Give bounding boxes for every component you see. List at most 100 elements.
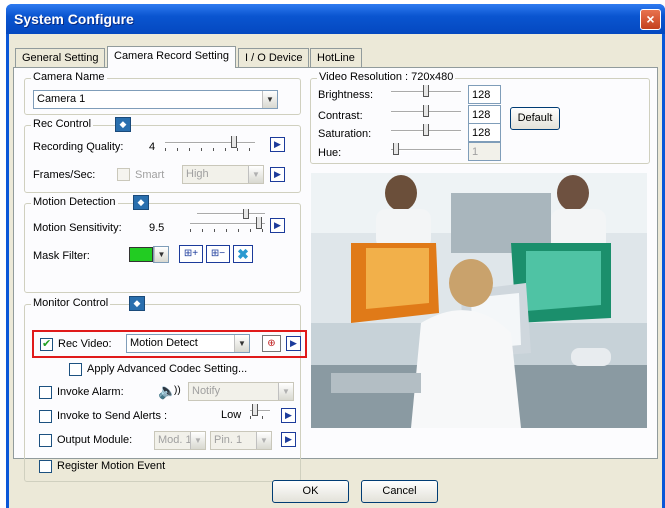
- mask-filter-label: Mask Filter:: [33, 250, 90, 262]
- title-bar[interactable]: System Configure ×: [6, 4, 665, 34]
- close-button[interactable]: ×: [640, 9, 661, 30]
- tab-io-device[interactable]: I / O Device: [238, 48, 310, 68]
- saturation-label: Saturation:: [318, 128, 372, 140]
- brightness-label: Brightness:: [318, 89, 374, 101]
- camera-record-panel: Camera Name Camera 1 ▼ Rec Control ◆ Rec…: [13, 67, 658, 482]
- rec-video-label: Rec Video:: [58, 338, 112, 350]
- smart-label: Smart: [135, 169, 165, 181]
- contrast-slider[interactable]: [391, 105, 461, 121]
- chevron-down-icon[interactable]: ▼: [278, 383, 293, 400]
- frames-per-sec-label: Frames/Sec:: [33, 169, 96, 181]
- camera-name-select[interactable]: Camera 1 ▼: [33, 90, 278, 109]
- rec-control-settings-icon[interactable]: ◆: [115, 117, 131, 132]
- motion-upper-indicator: [197, 207, 265, 219]
- slider-thumb[interactable]: [252, 404, 258, 416]
- advanced-codec-checkbox[interactable]: [69, 363, 82, 376]
- mask-clear-icon[interactable]: ✖: [233, 245, 253, 263]
- rec-control-group: Rec Control ◆ Recording Quality: 4 ▶ Fra…: [24, 117, 301, 193]
- cancel-button[interactable]: Cancel: [361, 480, 438, 503]
- saturation-input[interactable]: 128: [468, 123, 501, 142]
- window-title: System Configure: [14, 11, 134, 27]
- camera-name-value: Camera 1: [37, 93, 86, 105]
- contrast-input[interactable]: 128: [468, 105, 501, 124]
- play-arrow-icon[interactable]: ▶: [270, 167, 285, 182]
- slider-thumb[interactable]: [423, 105, 429, 117]
- slider-thumb[interactable]: [231, 136, 237, 148]
- monitor-settings-icon[interactable]: ◆: [129, 296, 145, 311]
- pin-value: Pin. 1: [214, 434, 243, 446]
- recording-quality-slider[interactable]: [165, 136, 255, 152]
- tab-general-setting[interactable]: General Setting: [15, 48, 106, 68]
- motion-detection-group: Motion Detection ◆ Motion Sensitivity: 9…: [24, 195, 301, 293]
- motion-sensitivity-value: 9.5: [149, 222, 165, 234]
- alarm-select[interactable]: Notify ▼: [188, 382, 294, 401]
- motion-sensitivity-slider[interactable]: [190, 217, 265, 233]
- alarm-value: Notify: [192, 385, 221, 397]
- mask-color-swatch[interactable]: [129, 247, 153, 262]
- video-resolution-title: Video Resolution : 720x480: [317, 71, 456, 83]
- module-value: Mod. 1: [158, 434, 192, 446]
- rec-video-select[interactable]: Motion Detect ▼: [126, 334, 250, 353]
- saturation-slider[interactable]: [391, 124, 461, 140]
- rec-video-highlight: Rec Video: Motion Detect ▼ ⊕ ▶: [32, 330, 307, 358]
- invoke-alarm-label: Invoke Alarm:: [57, 386, 124, 398]
- chevron-down-icon[interactable]: ▼: [190, 432, 205, 449]
- slider-thumb[interactable]: [256, 217, 262, 229]
- brightness-slider[interactable]: [391, 85, 461, 101]
- motion-settings-icon[interactable]: ◆: [133, 195, 149, 210]
- rec-video-value: Motion Detect: [130, 337, 198, 349]
- play-arrow-icon[interactable]: ▶: [270, 137, 285, 152]
- invoke-alerts-label: Invoke to Send Alerts :: [57, 410, 168, 422]
- chevron-down-icon[interactable]: ▼: [262, 91, 277, 108]
- slider-thumb[interactable]: [393, 143, 399, 155]
- brightness-input[interactable]: 128: [468, 85, 501, 104]
- dialog-client-area: General Setting Camera Record Setting I …: [9, 34, 662, 508]
- slider-thumb[interactable]: [423, 85, 429, 97]
- mask-add-icon[interactable]: ⊞+: [179, 245, 203, 263]
- tab-hotline[interactable]: HotLine: [310, 48, 362, 68]
- slider-thumb[interactable]: [423, 124, 429, 136]
- play-arrow-icon[interactable]: ▶: [270, 218, 285, 233]
- invoke-alarm-checkbox[interactable]: [39, 386, 52, 399]
- output-module-label: Output Module:: [57, 434, 133, 446]
- default-button[interactable]: Default: [510, 107, 560, 130]
- tab-camera-record-setting[interactable]: Camera Record Setting: [107, 46, 236, 68]
- motion-detection-title: Motion Detection: [31, 196, 118, 208]
- register-motion-checkbox[interactable]: [39, 460, 52, 473]
- advanced-codec-label[interactable]: Apply Advanced Codec Setting...: [87, 363, 247, 375]
- pin-select[interactable]: Pin. 1 ▼: [210, 431, 272, 450]
- smart-checkbox[interactable]: [117, 168, 130, 181]
- play-arrow-icon[interactable]: ▶: [286, 336, 301, 351]
- camera-name-title: Camera Name: [31, 71, 107, 83]
- contrast-label: Contrast:: [318, 110, 363, 122]
- codec-settings-icon[interactable]: ⊕: [262, 335, 281, 352]
- alerts-level-value: Low: [221, 409, 242, 421]
- play-arrow-icon[interactable]: ▶: [281, 432, 296, 447]
- mask-remove-icon[interactable]: ⊞−: [206, 245, 230, 263]
- invoke-alerts-checkbox[interactable]: [39, 410, 52, 423]
- alerts-level-slider[interactable]: [250, 404, 270, 420]
- system-configure-window: System Configure × General Setting Camer…: [6, 4, 665, 508]
- recording-quality-value: 4: [149, 141, 156, 153]
- rec-control-title: Rec Control: [31, 118, 94, 130]
- frames-value: High: [186, 168, 209, 180]
- module-select[interactable]: Mod. 1 ▼: [154, 431, 206, 450]
- ok-button[interactable]: OK: [272, 480, 349, 503]
- chevron-down-icon[interactable]: ▼: [256, 432, 271, 449]
- motion-sensitivity-label: Motion Sensitivity:: [33, 222, 122, 234]
- output-module-checkbox[interactable]: [39, 434, 52, 447]
- hue-input[interactable]: 1: [468, 142, 501, 161]
- rec-video-checkbox[interactable]: [40, 337, 53, 351]
- chevron-down-icon[interactable]: ▼: [248, 166, 263, 183]
- recording-quality-label: Recording Quality:: [33, 141, 124, 153]
- mask-color-dropdown[interactable]: ▼: [153, 246, 169, 263]
- chevron-down-icon[interactable]: ▼: [154, 247, 168, 262]
- sound-wave-icon: )): [174, 385, 181, 396]
- video-resolution-group: Video Resolution : 720x480 Brightness: 1…: [310, 71, 650, 164]
- hue-label: Hue:: [318, 147, 342, 159]
- register-motion-label: Register Motion Event: [57, 460, 166, 472]
- hue-slider[interactable]: [391, 143, 461, 159]
- frames-select[interactable]: High ▼: [182, 165, 264, 184]
- chevron-down-icon[interactable]: ▼: [234, 335, 249, 352]
- play-arrow-icon[interactable]: ▶: [281, 408, 296, 423]
